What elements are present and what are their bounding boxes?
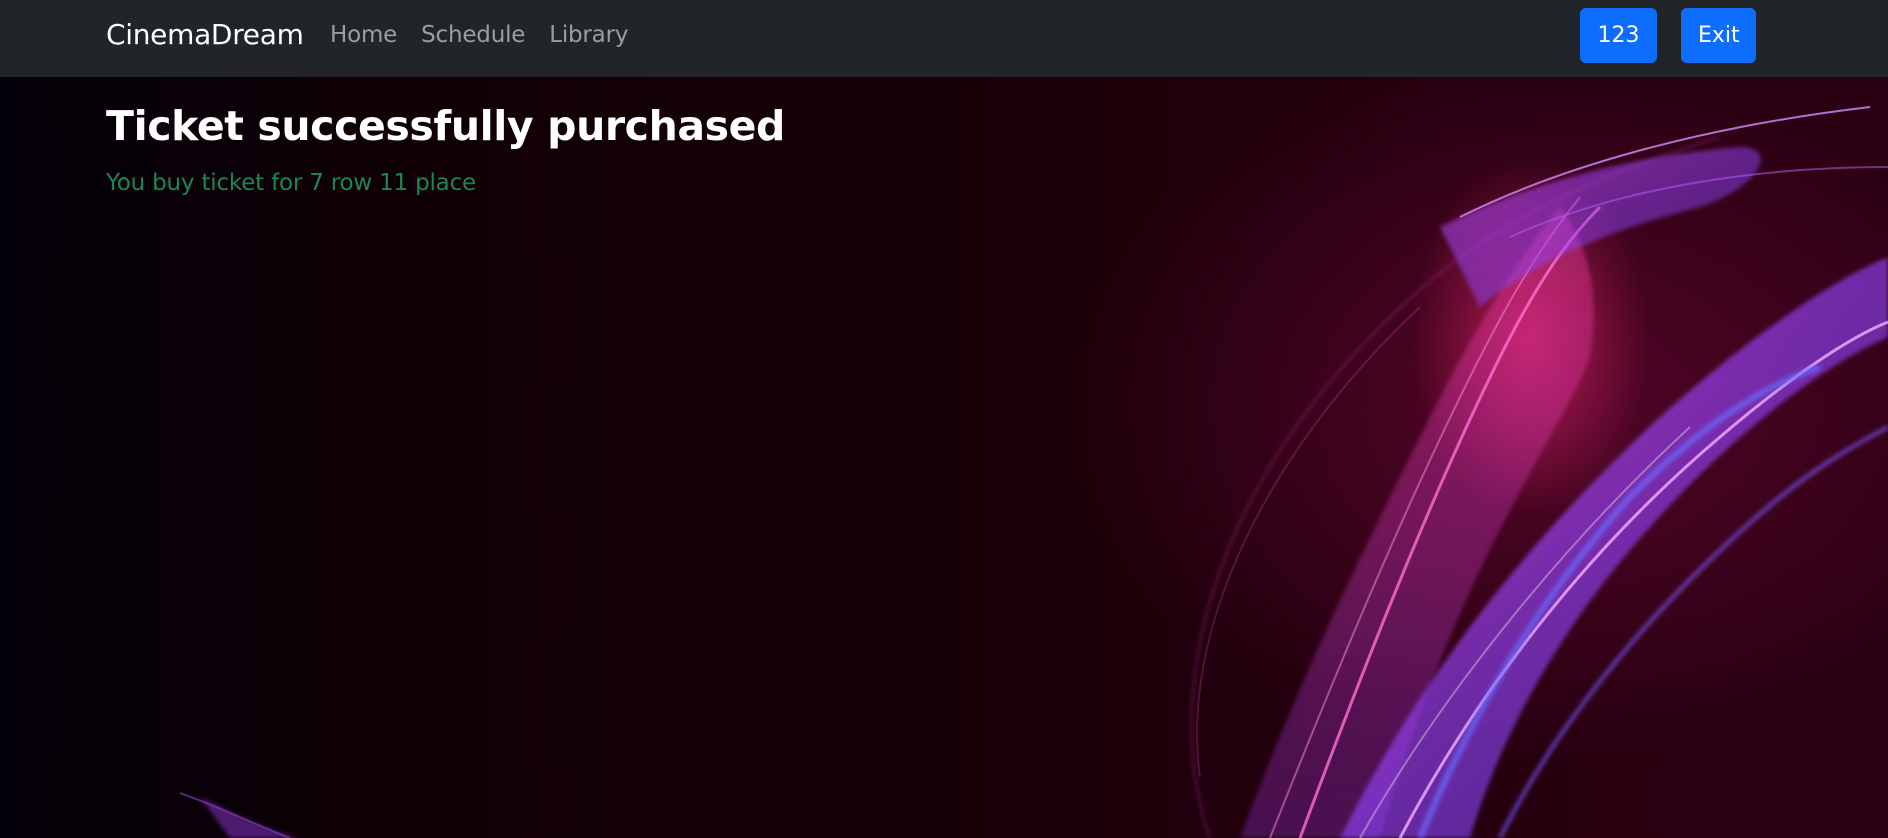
account-button[interactable]: 123 [1580, 8, 1657, 63]
nav-link-home[interactable]: Home [330, 22, 397, 48]
page: CinemaDream Home Schedule Library 123 Ex… [0, 0, 1888, 838]
brand-link[interactable]: CinemaDream [106, 18, 304, 51]
main-content: Ticket successfully purchased You buy ti… [106, 102, 785, 196]
nav-link-library[interactable]: Library [549, 22, 628, 48]
page-title: Ticket successfully purchased [106, 102, 785, 150]
nav-links: Home Schedule Library [330, 22, 652, 48]
nav-link-schedule[interactable]: Schedule [421, 22, 525, 48]
exit-button[interactable]: Exit [1681, 8, 1756, 63]
navbar: CinemaDream Home Schedule Library 123 Ex… [0, 0, 1888, 77]
purchase-message: You buy ticket for 7 row 11 place [106, 170, 476, 196]
